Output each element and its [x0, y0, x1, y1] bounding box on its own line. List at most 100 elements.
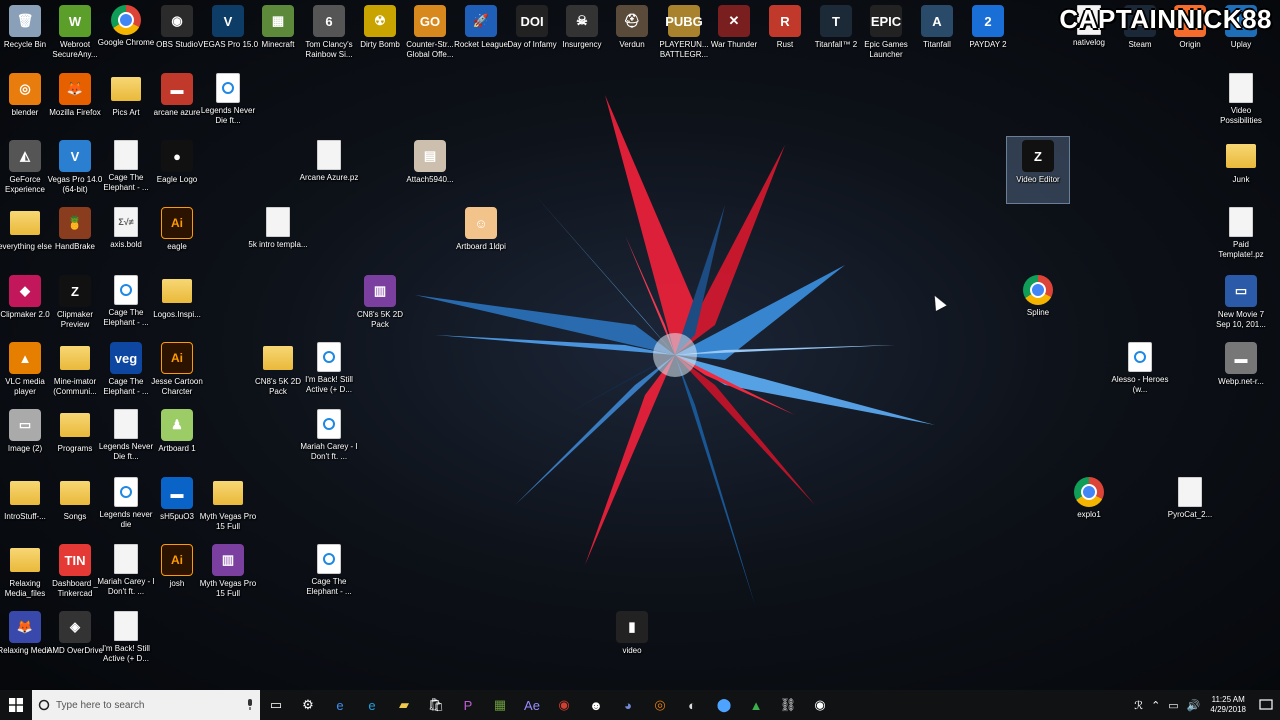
- desktop-icon-label: Arcane Azure.pz: [299, 173, 359, 182]
- desktop-icon-im-back-1[interactable]: I'm Back! Still Active (+ D...: [298, 339, 360, 405]
- internet-explorer-icon: e: [368, 697, 376, 713]
- file-explorer-icon: ▰: [399, 697, 409, 712]
- tray-volume-icon[interactable]: 🔊: [1183, 699, 1205, 712]
- desktop-icon-im-back-2[interactable]: I'm Back! Still Active (+ D...: [95, 608, 157, 674]
- desktop-icon-jesse-cartoon[interactable]: Ai Jesse Cartoon Charcter: [146, 339, 208, 405]
- desktop-icon-legends-never-die-1[interactable]: Legends Never Die ft...: [197, 70, 259, 136]
- desktop-icon-label: I'm Back! Still Active (+ D...: [305, 375, 353, 394]
- josh-icon: Ai: [161, 544, 193, 576]
- taskbar-app-green-button[interactable]: ▲: [740, 690, 772, 720]
- desktop-icon-cn8-5k-2d-pack-rar[interactable]: ▥ CN8's 5K 2D Pack: [349, 272, 411, 338]
- desktop-icon-alesso-heroes[interactable]: Alesso - Heroes (w...: [1109, 339, 1171, 405]
- taskbar-clock[interactable]: 11:25 AM 4/29/2018: [1204, 695, 1252, 715]
- taskbar-search-box[interactable]: Type here to search: [32, 690, 260, 720]
- microphone-icon[interactable]: [246, 699, 254, 711]
- desktop-icon-video-possibilities[interactable]: Video Possibilities: [1210, 70, 1272, 136]
- desktop-icon-label: Legends Never Die ft...: [200, 106, 256, 125]
- app-red-icon: ◉: [558, 697, 570, 712]
- blender-icon: ◎: [9, 73, 41, 105]
- taskbar-app-panda-button[interactable]: ☻: [580, 690, 612, 720]
- desktop-icon-label: CN8's 5K 2D Pack: [357, 310, 403, 329]
- taskbar-internet-explorer-button[interactable]: e: [356, 690, 388, 720]
- desktop-icon-label: Artboard 1ldpi: [456, 242, 506, 251]
- discord-icon: ◕: [624, 697, 632, 713]
- desktop-icon-artboard-1ldpi[interactable]: ☺ Artboard 1ldpi: [450, 204, 512, 270]
- taskbar-picsart-button[interactable]: P: [452, 690, 484, 720]
- logos-inspi-icon: [162, 279, 192, 303]
- desktop-icon-explo1[interactable]: explo1: [1058, 474, 1120, 540]
- tray-pen-icon[interactable]: ℛ: [1130, 699, 1147, 712]
- desktop-icon-attach5940[interactable]: ▤ Attach5940...: [399, 137, 461, 203]
- desktop-icon-label: PyroCat_2...: [1167, 510, 1213, 519]
- desktop-icon-video[interactable]: ▮ video: [601, 608, 663, 674]
- desktop-icon-label: Eagle Logo: [156, 175, 198, 184]
- maps-icon: ⬤: [716, 697, 732, 712]
- cage-elephant-3-icon: veg: [110, 342, 142, 374]
- desktop-icon-payday-2[interactable]: 2 PAYDAY 2: [957, 2, 1019, 68]
- everything-else-icon: [10, 211, 40, 235]
- desktop-icon-eagle-logo[interactable]: ● Eagle Logo: [146, 137, 208, 203]
- taskbar-app-network-button[interactable]: ⛓: [772, 690, 804, 720]
- clock-date: 4/29/2018: [1210, 705, 1246, 714]
- taskbar-settings-button[interactable]: ⚙: [292, 690, 324, 720]
- arcane-azure-pz-icon: [317, 140, 341, 170]
- taskbar-store-button[interactable]: 🛍: [420, 690, 452, 720]
- rainbow-six-icon: 6: [313, 5, 345, 37]
- desktop-icon-myth-vegas-2[interactable]: ▥ Myth Vegas Pro 15 Full: [197, 541, 259, 607]
- image-2-icon: ▭: [9, 409, 41, 441]
- taskbar-after-effects-button[interactable]: Ae: [516, 690, 548, 720]
- desktop-icon-pyrocat-2[interactable]: PyroCat_2...: [1159, 474, 1221, 540]
- desktop[interactable]: 🗑 Recycle Bin W Webroot SecureAny... Google …: [0, 0, 1280, 690]
- taskbar-app-lens-button[interactable]: ◐: [676, 690, 708, 720]
- taskbar-blender-button[interactable]: ◎: [644, 690, 676, 720]
- taskbar-minecraft-button[interactable]: ▦: [484, 690, 516, 720]
- task-view-icon: ▭: [269, 697, 283, 712]
- search-icon: [38, 699, 50, 711]
- desktop-icon-label: New Movie 7 Sep 10, 201...: [1216, 310, 1266, 329]
- relaxing-media-icon: 🦊: [9, 611, 41, 643]
- desktop-icon-mariah-carey-1[interactable]: Mariah Carey - I Don't ft. ...: [298, 406, 360, 472]
- desktop-icon-spline[interactable]: Spline: [1007, 272, 1069, 338]
- taskbar-edge-button[interactable]: e: [324, 690, 356, 720]
- desktop-icon-webp-net[interactable]: ▬ Webp.net-r...: [1210, 339, 1272, 405]
- taskbar-app-red-button[interactable]: ◉: [548, 690, 580, 720]
- sh5pu03-icon: ▬: [161, 477, 193, 509]
- geforce-experience-icon: ◭: [9, 140, 41, 172]
- desktop-icon-label: Artboard 1: [158, 444, 196, 453]
- desktop-icon-new-movie-7[interactable]: ▭ New Movie 7 Sep 10, 201...: [1210, 272, 1272, 338]
- wallpaper-abstract-star: [415, 95, 935, 605]
- taskbar-file-explorer-button[interactable]: ▰: [388, 690, 420, 720]
- desktop-icon-paid-template[interactable]: Paid Template!.pz: [1210, 204, 1272, 270]
- desktop-icon-label: Cage The Elephant - ...: [306, 577, 352, 596]
- desktop-icon-junk[interactable]: Junk: [1210, 137, 1272, 203]
- desktop-icon-artboard-1[interactable]: ♟ Artboard 1: [146, 406, 208, 472]
- start-button[interactable]: [0, 690, 32, 720]
- system-tray: ℛ ⌃ ▭ 🔊 11:25 AM 4/29/2018: [1130, 690, 1280, 720]
- taskbar-task-view-button[interactable]: ▭: [260, 690, 292, 720]
- pubg-icon: PUBG: [665, 5, 703, 37]
- desktop-icon-5k-intro[interactable]: 5k intro templa...: [247, 204, 309, 270]
- desktop-icon-video-editor[interactable]: Z Video Editor: [1006, 136, 1070, 204]
- alesso-heroes-icon: [1128, 342, 1152, 372]
- taskbar-discord-button[interactable]: ◕: [612, 690, 644, 720]
- tray-show-hidden-icon[interactable]: ⌃: [1147, 699, 1164, 712]
- csgo-icon: GO: [414, 5, 446, 37]
- desktop-icon-label: eagle: [167, 242, 187, 251]
- im-back-2-icon: [114, 611, 138, 641]
- cn8-5k-2d-pack-icon: [263, 346, 293, 370]
- desktop-icon-label: Mariah Carey - I Don't ft. ...: [300, 442, 358, 461]
- desktop-icon-arcane-azure-pz[interactable]: Arcane Azure.pz: [298, 137, 360, 203]
- tray-network-icon[interactable]: ▭: [1164, 699, 1182, 712]
- obs-studio-icon: ◉: [161, 5, 193, 37]
- taskbar-maps-button[interactable]: ⬤: [708, 690, 740, 720]
- myth-vegas-2-icon: ▥: [212, 544, 244, 576]
- desktop-icon-myth-vegas-1[interactable]: Myth Vegas Pro 15 Full: [197, 474, 259, 540]
- vlc-icon: ▲: [9, 342, 41, 374]
- action-center-button[interactable]: [1252, 699, 1280, 711]
- taskbar-obs-button[interactable]: ◉: [804, 690, 836, 720]
- desktop-icon-cage-elephant-4[interactable]: Cage The Elephant - ...: [298, 541, 360, 607]
- rocket-league-icon: 🚀: [465, 5, 497, 37]
- desktop-icon-eagle[interactable]: Ai eagle: [146, 204, 208, 270]
- rust-icon: R: [769, 5, 801, 37]
- desktop-icon-logos-inspi[interactable]: Logos.Inspi...: [146, 272, 208, 338]
